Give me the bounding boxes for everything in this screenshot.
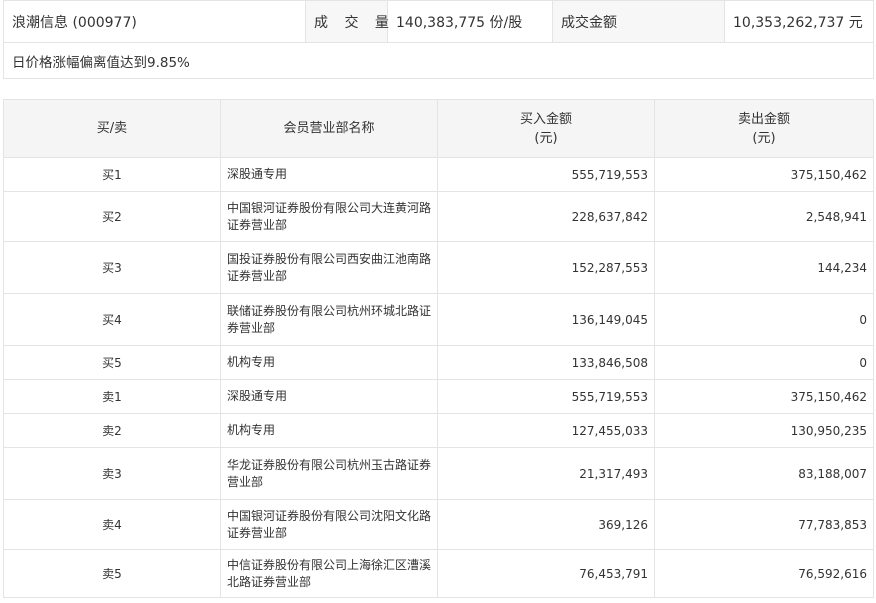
table-row: 买4 联储证券股份有限公司杭州环城北路证券营业部 136,149,045 0 [3,293,874,346]
row-side: 卖4 [3,499,221,550]
stock-name: 浪潮信息 (000977) [3,0,306,43]
row-buy-amount: 21,317,493 [437,447,655,500]
header-sell-unit: (元) [752,130,776,146]
summary-row: 浪潮信息 (000977) 成 交 量 140,383,775 份/股 成交金额… [3,0,874,43]
row-department: 中国银河证券股份有限公司大连黄河路证券营业部 [220,191,438,242]
row-sell-amount: 83,188,007 [654,447,874,500]
table-row: 卖3 华龙证券股份有限公司杭州玉古路证券营业部 21,317,493 83,18… [3,447,874,500]
row-side: 买2 [3,191,221,242]
row-buy-amount: 76,453,791 [437,549,655,598]
row-department: 华龙证券股份有限公司杭州玉古路证券营业部 [220,447,438,500]
header-buy-title: 买入金额 [519,111,572,127]
row-department: 深股通专用 [220,157,438,192]
row-side: 卖5 [3,549,221,598]
row-buy-amount: 152,287,553 [437,241,655,294]
row-buy-amount: 555,719,553 [437,379,655,414]
header-buy-unit: (元) [534,130,558,146]
row-side: 买1 [3,157,221,192]
row-sell-amount: 2,548,941 [654,191,874,242]
volume-value: 140,383,775 份/股 [387,0,553,43]
row-sell-amount: 375,150,462 [654,379,874,414]
header-sell-amount: 卖出金额 (元) [654,99,874,158]
header-buy-amount: 买入金额 (元) [437,99,655,158]
table-row: 买3 国投证券股份有限公司西安曲江池南路证券营业部 152,287,553 14… [3,241,874,294]
table-row: 卖5 中信证券股份有限公司上海徐汇区漕溪北路证券营业部 76,453,791 7… [3,549,874,598]
summary-table: 浪潮信息 (000977) 成 交 量 140,383,775 份/股 成交金额… [3,0,874,79]
header-side: 买/卖 [3,99,221,158]
row-side: 买5 [3,345,221,380]
table-header-row: 买/卖 会员营业部名称 买入金额 (元) 卖出金额 (元) [3,99,874,158]
row-buy-amount: 369,126 [437,499,655,550]
header-sell-title: 卖出金额 [737,111,790,127]
row-sell-amount: 130,950,235 [654,413,874,448]
row-department: 中信证券股份有限公司上海徐汇区漕溪北路证券营业部 [220,549,438,598]
row-sell-amount: 0 [654,345,874,380]
row-sell-amount: 375,150,462 [654,157,874,192]
row-buy-amount: 228,637,842 [437,191,655,242]
row-department: 机构专用 [220,413,438,448]
row-department: 机构专用 [220,345,438,380]
row-buy-amount: 555,719,553 [437,157,655,192]
table-row: 买5 机构专用 133,846,508 0 [3,345,874,380]
listing-reason: 日价格涨幅偏离值达到9.85% [3,42,874,79]
amount-value: 10,353,262,737 元 [724,0,874,43]
row-department: 联储证券股份有限公司杭州环城北路证券营业部 [220,293,438,346]
table-row: 卖2 机构专用 127,455,033 130,950,235 [3,413,874,448]
row-side: 买4 [3,293,221,346]
row-side: 卖1 [3,379,221,414]
row-department: 深股通专用 [220,379,438,414]
table-row: 卖4 中国银河证券股份有限公司沈阳文化路证券营业部 369,126 77,783… [3,499,874,550]
table-row: 买1 深股通专用 555,719,553 375,150,462 [3,157,874,192]
row-side: 卖3 [3,447,221,500]
header-department: 会员营业部名称 [220,99,438,158]
row-buy-amount: 136,149,045 [437,293,655,346]
amount-label: 成交金额 [552,0,725,43]
row-side: 买3 [3,241,221,294]
table-row: 卖1 深股通专用 555,719,553 375,150,462 [3,379,874,414]
row-department: 中国银河证券股份有限公司沈阳文化路证券营业部 [220,499,438,550]
row-department: 国投证券股份有限公司西安曲江池南路证券营业部 [220,241,438,294]
trading-detail-table: 买/卖 会员营业部名称 买入金额 (元) 卖出金额 (元) 买1 深股通专用 5… [3,99,874,598]
row-side: 卖2 [3,413,221,448]
table-row: 买2 中国银河证券股份有限公司大连黄河路证券营业部 228,637,842 2,… [3,191,874,242]
row-sell-amount: 144,234 [654,241,874,294]
row-sell-amount: 0 [654,293,874,346]
row-buy-amount: 127,455,033 [437,413,655,448]
row-sell-amount: 77,783,853 [654,499,874,550]
reason-row: 日价格涨幅偏离值达到9.85% [3,42,874,79]
row-sell-amount: 76,592,616 [654,549,874,598]
volume-label: 成 交 量 [305,0,389,43]
row-buy-amount: 133,846,508 [437,345,655,380]
